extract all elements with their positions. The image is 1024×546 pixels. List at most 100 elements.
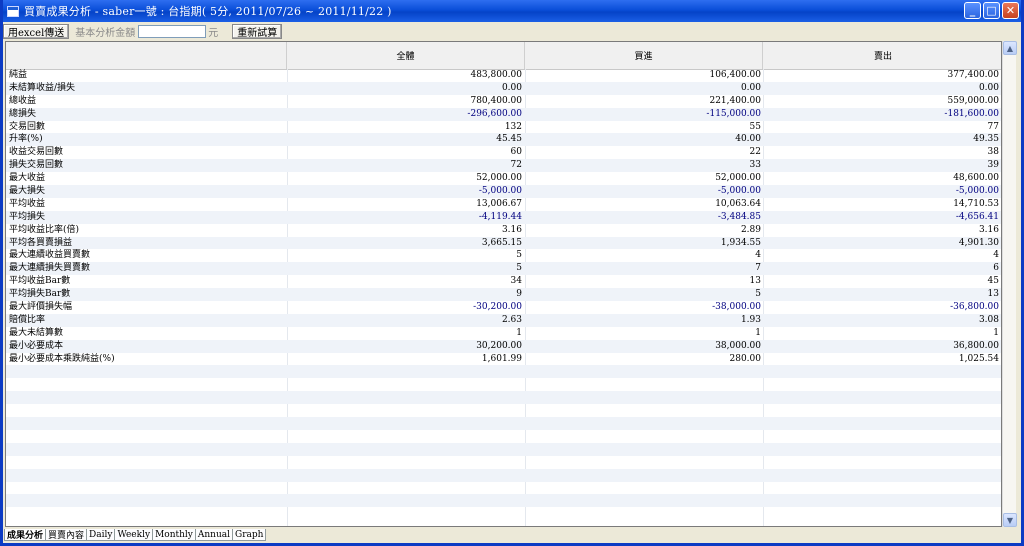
row-value: 4 (993, 250, 999, 261)
tab-1[interactable]: 買賣內容 (45, 529, 88, 541)
row-value: 1.93 (740, 314, 761, 325)
table-row[interactable]: 總收益 780,400.00 221,400.00 559,000.00 (6, 95, 1001, 108)
table-row[interactable] (6, 456, 1001, 469)
row-value: 60 (510, 147, 522, 158)
tab-6[interactable]: Graph (232, 529, 267, 541)
vertical-scrollbar[interactable]: ▲ ▼ (1002, 41, 1017, 527)
row-metric-name: 平均收益 (9, 198, 46, 209)
table-row[interactable] (6, 378, 1001, 391)
table-row[interactable]: 最大評價損失幅 -30,200.00 -38,000.00 -36,800.00 (6, 301, 1001, 314)
row-value: 30,200.00 (476, 340, 522, 351)
row-metric-name: 純益 (9, 70, 28, 80)
row-metric-name: 最小必要成本乘跌純益(%) (9, 353, 115, 364)
header-metric[interactable] (6, 42, 287, 69)
row-value: -38,000.00 (712, 302, 761, 313)
scroll-down-icon[interactable]: ▼ (1003, 513, 1017, 527)
table-row[interactable]: 最大損失 -5,000.00 -5,000.00 -5,000.00 (6, 185, 1001, 198)
scroll-up-icon[interactable]: ▲ (1003, 41, 1017, 55)
row-value: 483,800.00 (470, 70, 522, 80)
row-value: 38,000.00 (715, 340, 761, 351)
table-row[interactable]: 升率(%) 45.45 40.00 49.35 (6, 133, 1001, 147)
header-all[interactable]: 全體 (287, 42, 525, 69)
table-row[interactable]: 純益 483,800.00 106,400.00 377,400.00 (6, 69, 1001, 82)
row-value: 45.45 (496, 134, 522, 145)
table-row[interactable]: 平均收益 13,006.67 10,063.64 14,710.53 (6, 198, 1001, 211)
row-metric-name: 交易回數 (9, 121, 46, 132)
results-grid: 全體 買進 賣出 純益 483,800.00 106,400.00 377,400.0… (5, 41, 1002, 527)
table-row[interactable]: 平均各買賣損益 3,665.15 1,934.55 4,901.30 (6, 236, 1001, 250)
row-value: 5 (516, 263, 522, 274)
table-row[interactable] (6, 442, 1001, 456)
table-row[interactable] (6, 482, 1001, 495)
minimize-button[interactable]: _ (964, 2, 981, 19)
toolbar: 用excel傳送 基本分析金額 元 重新試算 (3, 22, 1021, 41)
row-value: 559,000.00 (947, 95, 999, 106)
table-row[interactable] (6, 507, 1001, 520)
row-value: 34 (510, 276, 522, 287)
table-row[interactable]: 賠償比率 2.63 1.93 3.08 (6, 313, 1001, 327)
table-row[interactable]: 最小必要成本乘跌純益(%) 1,601.99 280.00 1,025.54 (6, 353, 1001, 366)
table-row[interactable]: 收益交易回數 60 22 38 (6, 146, 1001, 159)
row-value: 9 (516, 289, 522, 300)
row-value: 132 (504, 121, 522, 132)
table-row[interactable] (6, 365, 1001, 379)
row-value: 13,006.67 (476, 198, 522, 209)
row-value: 13 (987, 289, 999, 300)
table-row[interactable]: 最大未結算數 1 1 1 (6, 327, 1001, 340)
table-row[interactable]: 未結算收益/損失 0.00 0.00 0.00 (6, 81, 1001, 95)
row-value: 221,400.00 (709, 95, 761, 106)
table-row[interactable]: 最大連續收益買賣數 5 4 4 (6, 249, 1001, 262)
table-row[interactable]: 損失交易回數 72 33 39 (6, 159, 1001, 173)
table-row[interactable]: 最大收益 52,000.00 52,000.00 48,600.00 (6, 172, 1001, 185)
table-row[interactable]: 平均損失Bar數 9 5 13 (6, 288, 1001, 302)
row-value: 7 (755, 263, 761, 274)
export-excel-button[interactable]: 用excel傳送 (3, 24, 70, 39)
table-row[interactable] (6, 468, 1001, 482)
row-value: 0.00 (978, 82, 999, 93)
row-value: 45 (987, 276, 999, 287)
table-row[interactable] (6, 430, 1001, 443)
row-value: 106,400.00 (709, 70, 761, 80)
row-metric-name: 最大損失 (9, 186, 46, 197)
close-button[interactable]: ✕ (1002, 2, 1019, 19)
row-value: 77 (987, 121, 999, 132)
table-row[interactable] (6, 494, 1001, 508)
row-value: 1,601.99 (481, 353, 522, 364)
tab-5[interactable]: Annual (194, 529, 234, 541)
tab-2[interactable]: Daily (86, 529, 116, 541)
unit-label: 元 (208, 28, 219, 39)
table-row[interactable]: 最大連續損失買賣數 5 7 6 (6, 262, 1001, 276)
table-row[interactable]: 最小必要成本 30,200.00 38,000.00 36,800.00 (6, 339, 1001, 353)
retest-button[interactable]: 重新試算 (232, 24, 283, 39)
row-value: -3,484.85 (717, 211, 761, 222)
title-bar[interactable]: 買賣成果分析 - saber一號 : 台指期( 5分, 2011/07/26 ~… (3, 0, 1021, 22)
tab-0[interactable]: 成果分析 (4, 529, 47, 541)
row-value: 2.63 (501, 314, 522, 325)
row-value: -36,800.00 (950, 302, 999, 313)
row-value: 40.00 (735, 134, 761, 145)
tab-4[interactable]: Monthly (152, 529, 196, 541)
row-value: 38 (987, 147, 999, 158)
table-row[interactable] (6, 417, 1001, 430)
amount-input[interactable] (138, 25, 207, 38)
row-value: 3.08 (978, 314, 999, 325)
row-value: 4 (755, 250, 761, 261)
table-row[interactable]: 平均收益比率(倍) 3.16 2.89 3.16 (6, 224, 1001, 237)
table-row[interactable] (6, 391, 1001, 405)
table-row[interactable] (6, 404, 1001, 417)
row-value: -5,000.00 (478, 186, 522, 197)
row-value: 6 (993, 263, 999, 274)
header-buy[interactable]: 買進 (525, 42, 763, 69)
table-row[interactable]: 總損失 -296,600.00 -115,000.00 -181,600.00 (6, 107, 1001, 121)
header-sell[interactable]: 賣出 (763, 42, 1001, 69)
row-value: 0.00 (740, 82, 761, 93)
maximize-button[interactable]: □ (983, 2, 1000, 19)
table-row[interactable]: 平均損失 -4,119.44 -3,484.85 -4,656.41 (6, 210, 1001, 224)
table-row[interactable]: 交易回數 132 55 77 (6, 121, 1001, 134)
row-value: 55 (749, 121, 761, 132)
tab-3[interactable]: Weekly (114, 529, 154, 541)
row-metric-name: 損失交易回數 (9, 160, 64, 171)
row-value: 780,400.00 (470, 95, 522, 106)
row-value: 39 (987, 160, 999, 171)
table-row[interactable]: 平均收益Bar數 34 13 45 (6, 275, 1001, 288)
